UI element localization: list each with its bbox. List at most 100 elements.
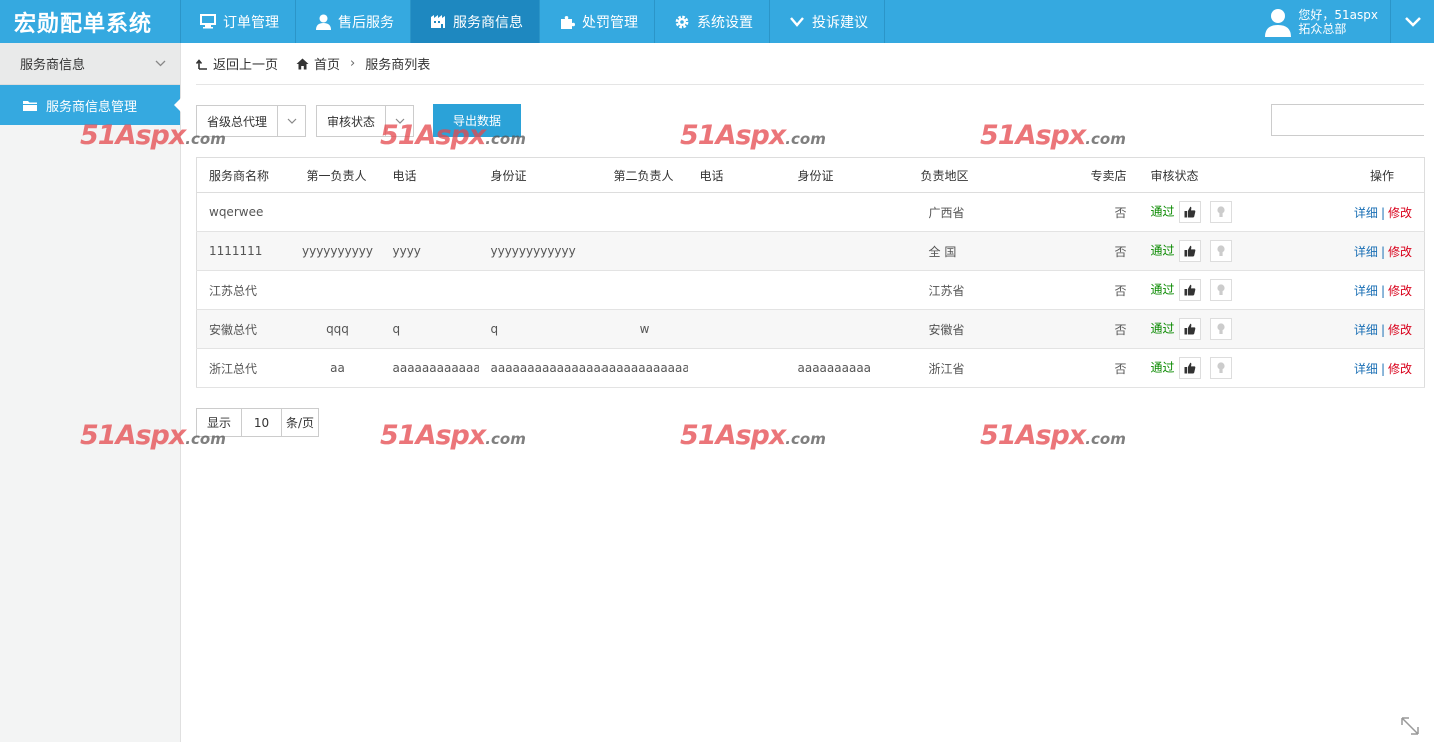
status-pass-label[interactable]: 通过 bbox=[1151, 322, 1175, 336]
table-row: 安徽总代 qqq q q w 安徽省否通过 详细 | 修改 bbox=[196, 309, 1425, 349]
detail-link[interactable]: 详细 bbox=[1354, 206, 1378, 220]
approve-button[interactable] bbox=[1178, 201, 1201, 223]
reject-button[interactable] bbox=[1209, 357, 1232, 379]
edit-link[interactable]: 修改 bbox=[1388, 206, 1412, 220]
cell-region: 全 国 bbox=[928, 244, 957, 259]
reject-button[interactable] bbox=[1209, 201, 1232, 223]
column-header[interactable]: 电话 bbox=[380, 157, 479, 193]
nav-penalty[interactable]: 处罚管理 bbox=[540, 0, 655, 43]
cell-tel1 bbox=[381, 271, 479, 310]
cell-id1: aaaaaaaaaaaaaaaa bbox=[490, 361, 602, 375]
cell-id2 bbox=[786, 232, 909, 271]
back-link[interactable]: 返回上一页 bbox=[196, 54, 278, 73]
edit-link[interactable]: 修改 bbox=[1388, 245, 1412, 259]
column-header[interactable]: 电话 bbox=[687, 157, 786, 193]
detail-link[interactable]: 详细 bbox=[1354, 245, 1378, 259]
column-header[interactable]: 操作 bbox=[1258, 157, 1425, 193]
search-input[interactable] bbox=[1272, 105, 1434, 135]
cell-tel2 bbox=[688, 193, 786, 232]
home-icon bbox=[296, 58, 309, 70]
chevron-down-icon bbox=[155, 60, 166, 67]
action-separator: | bbox=[1380, 283, 1385, 298]
cell-tel1: yyyy bbox=[392, 244, 421, 258]
status-select[interactable]: 审核状态 bbox=[316, 105, 414, 137]
thumbs-up-icon bbox=[1184, 284, 1195, 296]
cell-tel2 bbox=[688, 271, 786, 310]
nav-label: 处罚管理 bbox=[582, 14, 638, 31]
top-navbar: 宏勋配单系统 订单管理 售后服务 服务商信息 处罚管理 系统设置 投诉建议 您好… bbox=[0, 0, 1434, 43]
level-select[interactable]: 省级总代理 bbox=[196, 105, 306, 137]
table-row: 1111111 yyyyyyyyyy yyyy yyyyyyyyyyyy 全 国否通过详… bbox=[196, 231, 1425, 271]
approve-button[interactable] bbox=[1178, 357, 1201, 379]
puzzle-icon bbox=[558, 13, 576, 31]
bulb-icon bbox=[1216, 362, 1225, 373]
page-size-input[interactable]: 10 bbox=[241, 409, 283, 436]
detail-link[interactable]: 详细 bbox=[1354, 362, 1378, 376]
cell-store: 否 bbox=[1114, 283, 1127, 298]
edit-link[interactable]: 修改 bbox=[1388, 284, 1412, 298]
cell-tel2 bbox=[688, 310, 786, 349]
cell-store: 否 bbox=[1114, 244, 1127, 259]
cell-status: 通过 bbox=[1139, 271, 1259, 310]
back-label: 返回上一页 bbox=[213, 58, 279, 73]
thumbs-up-icon bbox=[1184, 362, 1195, 374]
breadcrumb-separator: › bbox=[350, 56, 356, 71]
breadcrumb-home[interactable]: 首页 bbox=[296, 54, 340, 73]
provider-table: 服务商名称 第一负责人 电话 身份证 第二负责人 电话 身份证 负责地区 专卖店… bbox=[196, 157, 1425, 388]
cell-id1: q bbox=[490, 322, 499, 336]
status-pass-label[interactable]: 通过 bbox=[1151, 283, 1175, 297]
detail-link[interactable]: 详细 bbox=[1354, 323, 1378, 337]
detail-link[interactable]: 详细 bbox=[1354, 284, 1378, 298]
column-header[interactable]: 第二负责人 bbox=[601, 157, 688, 193]
action-separator: | bbox=[1380, 205, 1385, 220]
nav-complaints[interactable]: 投诉建议 bbox=[770, 0, 885, 43]
column-header[interactable]: 审核状态 bbox=[1138, 157, 1259, 193]
edit-link[interactable]: 修改 bbox=[1388, 362, 1412, 376]
bulb-icon bbox=[1216, 245, 1225, 256]
cell-p1 bbox=[295, 193, 381, 232]
chevron-down-icon bbox=[385, 106, 413, 136]
reject-button[interactable] bbox=[1209, 279, 1232, 301]
approve-button[interactable] bbox=[1178, 318, 1201, 340]
cell-region: 江苏省 bbox=[928, 283, 965, 298]
cell-id2 bbox=[786, 310, 909, 349]
breadcrumb-current: 服务商列表 bbox=[365, 58, 431, 73]
user-menu-toggle[interactable] bbox=[1390, 0, 1434, 43]
status-pass-label[interactable]: 通过 bbox=[1151, 205, 1175, 219]
column-header[interactable]: 专卖店 bbox=[1038, 157, 1139, 193]
status-pass-label[interactable]: 通过 bbox=[1151, 361, 1175, 375]
thumbs-up-icon bbox=[1184, 323, 1195, 335]
cell-actions: 详细 | 修改 bbox=[1259, 271, 1425, 310]
reject-button[interactable] bbox=[1209, 318, 1232, 340]
resize-handle-icon[interactable] bbox=[1400, 716, 1420, 736]
column-header[interactable]: 负责地区 bbox=[908, 157, 1039, 193]
monitor-icon bbox=[199, 13, 217, 31]
approve-button[interactable] bbox=[1178, 240, 1201, 262]
column-header[interactable]: 第一负责人 bbox=[294, 157, 381, 193]
sidebar: 服务商信息 服务商信息管理 bbox=[0, 43, 181, 742]
export-button[interactable]: 导出数据 bbox=[433, 104, 521, 137]
cell-actions: 详细 | 修改 bbox=[1259, 232, 1425, 271]
cell-tel1: q bbox=[392, 322, 401, 336]
approve-button[interactable] bbox=[1178, 279, 1201, 301]
cell-p1: yyyyyyyyyy bbox=[301, 244, 373, 258]
app-logo[interactable]: 宏勋配单系统 bbox=[0, 0, 181, 43]
sidebar-item-provider-management[interactable]: 服务商信息管理 bbox=[0, 85, 181, 125]
user-info[interactable]: 您好，51aspx 拓众总部 bbox=[1252, 0, 1390, 43]
reject-button[interactable] bbox=[1209, 240, 1232, 262]
edit-link[interactable]: 修改 bbox=[1388, 323, 1412, 337]
sidebar-group-provider-info[interactable]: 服务商信息 bbox=[0, 43, 180, 85]
column-header[interactable]: 服务商名称 bbox=[196, 157, 295, 193]
nav-after-sales[interactable]: 售后服务 bbox=[296, 0, 411, 43]
user-greeting: 您好，51aspx bbox=[1298, 7, 1378, 22]
nav-orders[interactable]: 订单管理 bbox=[181, 0, 296, 43]
cell-name: 江苏总代 bbox=[209, 283, 258, 298]
nav-settings[interactable]: 系统设置 bbox=[655, 0, 770, 43]
action-separator: | bbox=[1380, 322, 1385, 337]
column-header[interactable]: 身份证 bbox=[478, 157, 602, 193]
column-header[interactable]: 身份证 bbox=[785, 157, 909, 193]
status-pass-label[interactable]: 通过 bbox=[1151, 244, 1175, 258]
nav-provider-info[interactable]: 服务商信息 bbox=[411, 0, 540, 43]
cell-p2: w bbox=[639, 322, 650, 336]
cell-store: 否 bbox=[1114, 205, 1127, 220]
